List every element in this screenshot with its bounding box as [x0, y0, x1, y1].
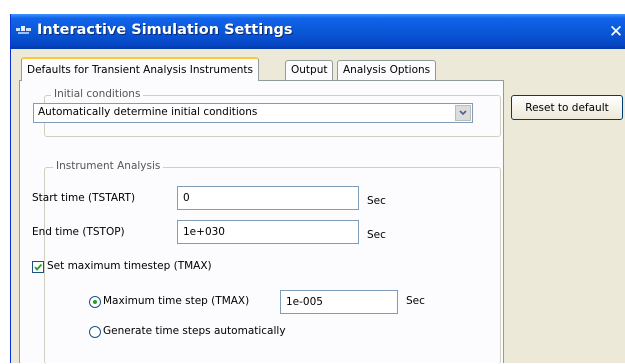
tab-defaults-transient[interactable]: Defaults for Transient Analysis Instrume… — [21, 57, 260, 81]
tab-panel-defaults: Initial conditions Automatically determi… — [19, 80, 504, 364]
generate-auto-radio[interactable] — [89, 326, 101, 338]
end-time-label: End time (TSTOP) — [32, 226, 125, 238]
max-time-step-radio[interactable] — [89, 296, 101, 308]
initial-conditions-legend: Initial conditions — [51, 88, 144, 100]
tab-label: Output — [291, 64, 328, 76]
title-bar[interactable]: Interactive Simulation Settings ✕ — [11, 14, 625, 49]
radio-dot-icon — [93, 300, 97, 304]
checkmark-icon — [34, 263, 43, 271]
tab-label: Defaults for Transient Analysis Instrume… — [27, 64, 254, 76]
start-time-unit: Sec — [367, 195, 386, 207]
max-time-step-unit: Sec — [406, 295, 425, 307]
chevron-down-icon[interactable] — [455, 105, 471, 121]
max-timestep-checkbox[interactable] — [32, 261, 44, 273]
close-icon: ✕ — [608, 22, 624, 42]
end-time-input[interactable] — [177, 220, 359, 244]
app-icon — [16, 26, 31, 34]
reset-to-default-button[interactable]: Reset to default — [511, 95, 623, 120]
start-time-label: Start time (TSTART) — [32, 192, 136, 204]
generate-auto-label: Generate time steps automatically — [103, 325, 286, 337]
tab-output[interactable]: Output — [285, 60, 334, 80]
end-time-unit: Sec — [367, 229, 386, 241]
initial-conditions-value: Automatically determine initial conditio… — [38, 106, 258, 118]
initial-conditions-dropdown[interactable]: Automatically determine initial conditio… — [33, 103, 473, 123]
close-button[interactable]: ✕ — [607, 23, 625, 41]
max-time-step-label: Maximum time step (TMAX) — [103, 295, 250, 307]
settings-dialog: Interactive Simulation Settings ✕ Defaul… — [10, 14, 625, 364]
tab-label: Analysis Options — [343, 64, 431, 76]
max-time-step-input[interactable] — [280, 290, 398, 314]
tab-analysis-options[interactable]: Analysis Options — [337, 60, 437, 80]
start-time-input[interactable] — [177, 186, 359, 210]
dialog-title: Interactive Simulation Settings — [37, 22, 293, 38]
instrument-analysis-legend: Instrument Analysis — [53, 160, 164, 172]
max-timestep-label: Set maximum timestep (TMAX) — [47, 260, 212, 272]
